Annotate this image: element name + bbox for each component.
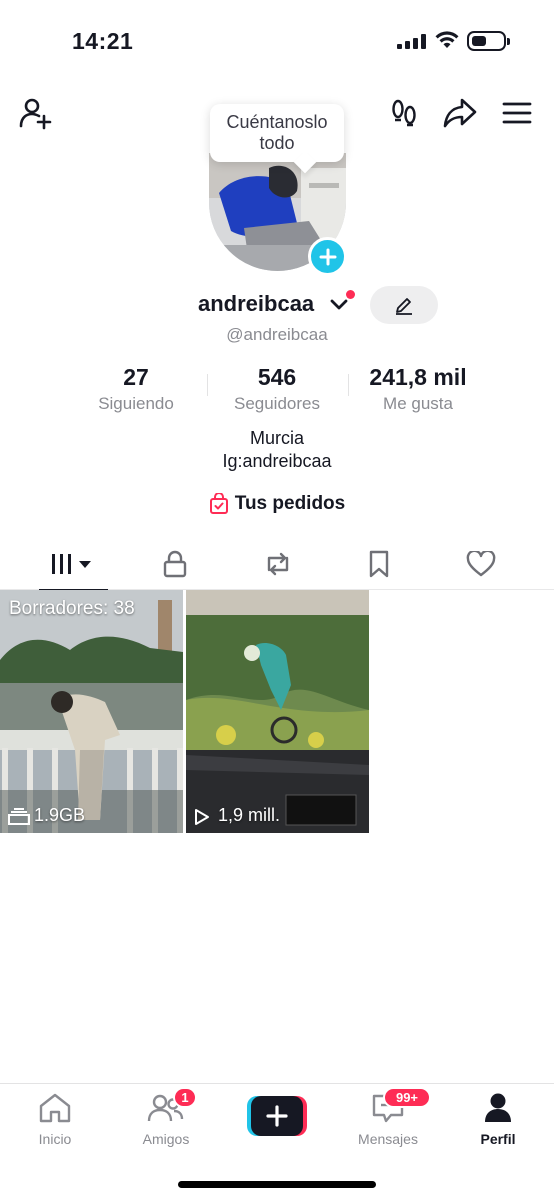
bottom-nav: Inicio 1 Amigos 99+ Mensajes Perfil — [0, 1083, 554, 1200]
video-thumbnail[interactable]: 1,9 mill. — [186, 590, 369, 833]
video-thumbnail-image — [186, 590, 369, 833]
nav-label: Amigos — [142, 1131, 190, 1147]
pencil-icon — [396, 298, 412, 315]
signal-icon — [397, 34, 426, 49]
tooltip[interactable]: Cuéntanoslo todo — [210, 104, 344, 162]
profile-tabs — [0, 538, 554, 591]
bio-line: Murcia — [249, 428, 304, 448]
user-handle: @andreibcaa — [226, 325, 328, 344]
videos-grid-icon — [51, 554, 91, 574]
play-icon — [195, 809, 209, 825]
add-avatar-button[interactable] — [308, 237, 347, 276]
nav-profile[interactable]: Perfil — [453, 1092, 543, 1147]
home-icon — [39, 1093, 71, 1123]
status-time: 14:21 — [72, 28, 134, 54]
stat-divider — [348, 374, 349, 396]
orders-label: Tus pedidos — [234, 493, 346, 514]
nav-label: Perfil — [480, 1131, 516, 1147]
heart-icon — [466, 551, 495, 577]
nav-inbox[interactable]: 99+ Mensajes — [343, 1087, 433, 1147]
stat-value: 27 — [123, 364, 149, 390]
tab-private[interactable] — [140, 538, 209, 590]
friends-badge: 1 — [173, 1087, 197, 1108]
view-count: 1,9 mill. — [218, 805, 281, 825]
stat-followers[interactable]: 546 Seguidores — [222, 364, 332, 414]
drafts-size: 1.9GB — [34, 805, 86, 825]
nav-label: Inicio — [38, 1131, 72, 1147]
repost-icon — [267, 552, 288, 576]
tooltip-line-1: Cuéntanoslo — [226, 112, 328, 132]
share-icon[interactable] — [443, 96, 477, 130]
tab-reposts[interactable] — [243, 538, 312, 590]
video-grid: Borradores: 38 1.9GB 1,9 mill. — [0, 590, 554, 833]
username[interactable]: andreibcaa — [198, 291, 314, 317]
stat-following[interactable]: 27 Siguiendo — [86, 364, 186, 414]
stat-label: Siguiendo — [98, 394, 174, 413]
drafts-count: Borradores: 38 — [9, 598, 135, 619]
home-indicator — [178, 1181, 376, 1188]
menu-icon[interactable] — [500, 96, 534, 130]
bookmark-icon — [369, 550, 388, 578]
edit-profile-button[interactable] — [370, 286, 438, 324]
orders-link[interactable]: Tus pedidos — [0, 493, 554, 515]
bio: Murcia Ig:andreibcaa — [0, 427, 554, 473]
stat-label: Seguidores — [233, 394, 320, 413]
shopping-bag-icon — [209, 493, 228, 514]
tab-liked[interactable] — [446, 538, 515, 590]
stat-label: Me gusta — [383, 394, 453, 413]
status-bar: 14:21 — [0, 0, 554, 82]
wifi-icon — [435, 31, 459, 48]
profile-icon — [485, 1093, 511, 1122]
username-row: andreibcaa — [0, 290, 554, 324]
stat-likes[interactable]: 241,8 mil Me gusta — [358, 364, 478, 414]
create-button[interactable] — [247, 1096, 307, 1136]
tab-saved[interactable] — [344, 538, 413, 590]
battery-icon — [467, 31, 510, 51]
stat-divider — [207, 374, 208, 396]
add-friend-icon[interactable] — [18, 96, 52, 130]
tab-videos[interactable] — [39, 538, 108, 591]
drafts-icon — [8, 808, 30, 825]
create-icon — [247, 1096, 307, 1136]
inbox-badge: 99+ — [383, 1087, 431, 1108]
drafts-thumbnail-image — [0, 590, 183, 833]
lock-icon — [163, 550, 186, 578]
stat-value: 546 — [257, 364, 297, 390]
bio-line: Ig:andreibcaa — [222, 451, 332, 471]
video-thumbnail-drafts[interactable]: Borradores: 38 1.9GB — [0, 590, 183, 833]
notification-dot — [346, 290, 355, 299]
tooltip-line-2: todo — [259, 133, 295, 153]
nav-home[interactable]: Inicio — [10, 1092, 100, 1147]
stat-value: 241,8 mil — [369, 364, 467, 390]
nav-label: Mensajes — [358, 1131, 418, 1147]
nav-friends[interactable]: 1 Amigos — [121, 1087, 211, 1147]
footprints-icon[interactable] — [387, 96, 421, 130]
chevron-down-icon[interactable] — [330, 298, 348, 312]
